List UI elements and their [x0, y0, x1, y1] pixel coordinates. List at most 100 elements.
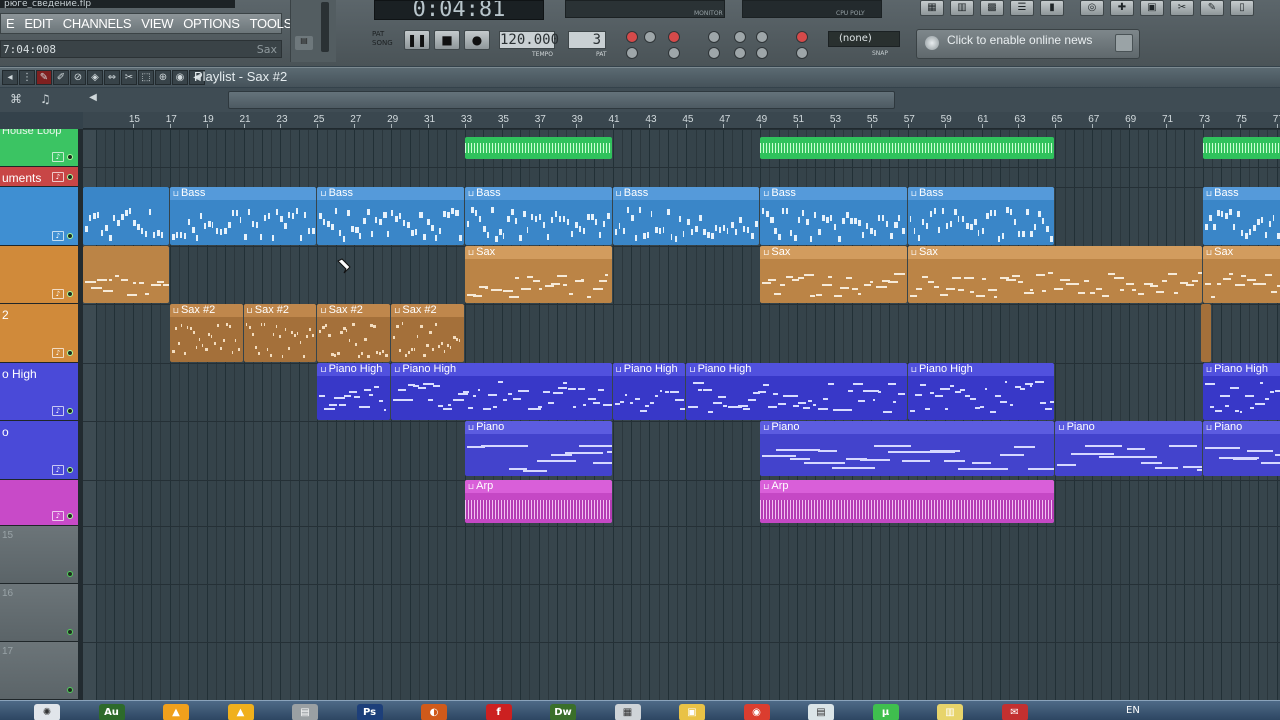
vlc-icon[interactable]: ▲	[163, 704, 189, 720]
flstudio-icon[interactable]: ✺	[34, 704, 60, 720]
clip-menu-icon[interactable]: ⊔	[689, 365, 695, 374]
clip-piano-high[interactable]: ⊔ Piano High	[686, 363, 907, 420]
clip-sax2[interactable]: ⊔ Sax #2	[243, 304, 317, 362]
horizontal-scrollbar[interactable]	[228, 91, 895, 109]
track-mute-led[interactable]	[67, 408, 73, 414]
track-header-3[interactable]: ♪	[0, 187, 78, 246]
clip-sax[interactable]: ⊔ Sax	[760, 246, 907, 303]
clip-sax[interactable]	[83, 246, 169, 303]
clip-piano[interactable]: ⊔ Piano	[760, 421, 1055, 476]
clip-sax[interactable]: ⊔ Sax	[1202, 246, 1280, 303]
piano-roll-icon[interactable]: ♪	[52, 348, 64, 358]
step-sequencer-icon[interactable]: ▩	[980, 0, 1004, 16]
clip-piano[interactable]: ⊔ Piano	[1055, 421, 1202, 476]
rec-option-8[interactable]	[626, 47, 638, 59]
chrome-icon[interactable]: ◉	[743, 704, 770, 720]
track-header-2[interactable]: uments ♪	[0, 167, 78, 187]
folder2-icon[interactable]: ▥	[937, 704, 963, 720]
instrument-icon[interactable]: ♪	[52, 172, 64, 182]
clip-arp[interactable]: ⊔ Arp	[464, 480, 612, 523]
clip-piano-high[interactable]: ⊔ Piano High	[1202, 363, 1280, 420]
clip-menu-icon[interactable]: ⊔	[468, 189, 474, 198]
pattern-selector[interactable]: 3	[568, 31, 606, 49]
clip-sax2[interactable]: ⊔ Sax #2	[169, 304, 243, 362]
file-icon[interactable]: ▤	[292, 704, 318, 720]
rec-option-10[interactable]	[708, 47, 720, 59]
track-mute-led[interactable]	[67, 571, 73, 577]
clip-piano-high[interactable]: ⊔ Piano High	[907, 363, 1055, 420]
draw-tool-icon[interactable]: ✎	[36, 70, 52, 85]
aimp-icon[interactable]: ▲	[227, 704, 254, 720]
new-file-icon[interactable]: ✚	[1110, 0, 1134, 16]
clip-bass[interactable]	[83, 187, 169, 245]
clip-house[interactable]	[760, 137, 1055, 159]
rec-option-12[interactable]	[756, 47, 768, 59]
track-mute-led[interactable]	[67, 291, 73, 297]
clip-menu-icon[interactable]: ⊔	[763, 482, 769, 491]
piano-roll-icon[interactable]: ♪	[52, 511, 64, 521]
track-header-8[interactable]: ♪	[0, 480, 78, 526]
rec-option-1[interactable]	[626, 31, 638, 43]
clip-bass[interactable]: ⊔ Bass	[612, 187, 760, 245]
flash-icon[interactable]: f	[485, 704, 512, 720]
track-header-6[interactable]: o High ♪	[0, 363, 78, 421]
wand-icon[interactable]: ✎	[1200, 0, 1224, 16]
online-news-panel[interactable]: Click to enable online news	[916, 29, 1140, 59]
clip-menu-icon[interactable]: ⊔	[468, 482, 474, 491]
clip-menu-icon[interactable]: ⊔	[173, 306, 179, 315]
menu-channels[interactable]: CHANNELS	[58, 16, 136, 31]
clip-menu-icon[interactable]: ⊔	[468, 248, 474, 257]
playlist-title[interactable]: Playlist - Sax #2	[194, 69, 287, 84]
track-header-4[interactable]: ♪	[0, 246, 78, 304]
clip-bass[interactable]: ⊔ Bass	[169, 187, 317, 245]
track-header-11[interactable]: 17	[0, 642, 78, 700]
clip-menu-icon[interactable]: ⊔	[1206, 248, 1212, 257]
clip-piano-high[interactable]: ⊔ Piano High	[612, 363, 686, 420]
news-expand-button[interactable]	[1115, 34, 1133, 52]
mail-icon[interactable]: ✉	[1001, 704, 1028, 720]
clip-arp[interactable]: ⊔ Arp	[760, 480, 1055, 523]
clip-menu-icon[interactable]: ⊔	[911, 248, 917, 257]
clip-menu-icon[interactable]: ⊔	[468, 423, 474, 432]
clip-menu-icon[interactable]: ⊔	[394, 306, 400, 315]
pause-button[interactable]: ❚❚	[404, 30, 430, 50]
rec-option-7[interactable]	[796, 31, 808, 43]
piano-roll-icon[interactable]: ♪	[52, 231, 64, 241]
notepad-icon[interactable]: ▤	[808, 704, 834, 720]
track-header-7[interactable]: o ♪	[0, 421, 78, 480]
delete-tool-icon[interactable]: ⊘	[70, 70, 86, 85]
cpu-icon[interactable]: ◎	[1080, 0, 1104, 16]
slice-tool-icon[interactable]: ✂	[121, 70, 137, 85]
tempo-field[interactable]: 120.000	[499, 31, 559, 49]
audition-icon[interactable]: Au	[98, 704, 125, 720]
clip-menu-icon[interactable]: ⊔	[1206, 365, 1212, 374]
clip-menu-icon[interactable]: ⊔	[616, 189, 622, 198]
clip-bass[interactable]: ⊔ Bass	[464, 187, 612, 245]
menu-view[interactable]: VIEW	[136, 16, 178, 31]
track-mute-led[interactable]	[67, 154, 73, 160]
clip-sax[interactable]: ⊔ Sax	[464, 246, 612, 303]
rec-option-11[interactable]	[734, 47, 746, 59]
track-mute-led[interactable]	[67, 233, 73, 239]
photoshop-icon[interactable]: Ps	[356, 704, 383, 720]
clip-bass[interactable]: ⊔ Bass	[1202, 187, 1280, 245]
track-mute-led[interactable]	[67, 687, 73, 693]
clip-house[interactable]	[464, 137, 612, 159]
clip-menu-icon[interactable]: ⊔	[911, 365, 917, 374]
track-mute-led[interactable]	[67, 513, 73, 519]
clip-piano-high[interactable]: ⊔ Piano High	[391, 363, 612, 420]
paint-tool-icon[interactable]: ✐	[53, 70, 69, 85]
slip-tool-icon[interactable]: ⇔	[104, 70, 120, 85]
wave-icon[interactable]: ♪	[52, 152, 64, 162]
clip-menu-icon[interactable]: ⊔	[763, 423, 769, 432]
piano-roll-icon[interactable]: ♪	[52, 289, 64, 299]
clip-sax2[interactable]: ⊔ Sax #2	[317, 304, 391, 362]
magnet-icon[interactable]: ⌘	[10, 92, 22, 106]
clip-bass[interactable]: ⊔ Bass	[907, 187, 1055, 245]
zoom-tool-icon[interactable]: ⊕	[155, 70, 171, 85]
track-mute-led[interactable]	[67, 174, 73, 180]
piano-roll-icon[interactable]: ▥	[950, 0, 974, 16]
cut-icon[interactable]: ✂	[1170, 0, 1194, 16]
clip-menu-icon[interactable]: ⊔	[911, 189, 917, 198]
clip-piano-high[interactable]: ⊔ Piano High	[317, 363, 391, 420]
